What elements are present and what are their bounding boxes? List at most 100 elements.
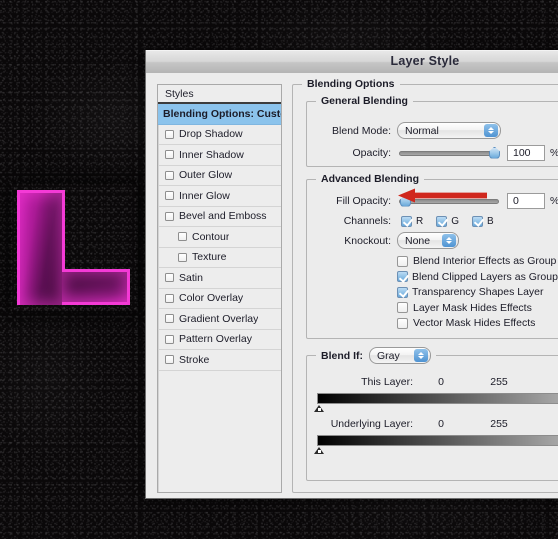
underlying-layer-black-slider[interactable] bbox=[314, 447, 324, 454]
general-blending-group: General Blending Blend Mode: Normal Opac… bbox=[306, 95, 558, 167]
letter-l-horizontal-stroke bbox=[62, 269, 130, 305]
styles-list-item-label: Drop Shadow bbox=[179, 128, 243, 140]
styles-list-item-satin[interactable]: Satin bbox=[158, 268, 281, 289]
underlying-layer-high-value: 255 bbox=[490, 418, 508, 430]
layer-style-dialog: Layer Style Styles Blending Options: Cus… bbox=[145, 50, 558, 499]
styles-list-item-gradient-overlay[interactable]: Gradient Overlay bbox=[158, 309, 281, 330]
styles-list-item-checkbox[interactable] bbox=[165, 129, 174, 139]
styles-list-item-color-overlay[interactable]: Color Overlay bbox=[158, 289, 281, 309]
styles-list-item-texture[interactable]: Texture bbox=[158, 248, 281, 268]
styles-list-item-checkbox[interactable] bbox=[178, 252, 187, 262]
fill-opacity-row: Fill Opacity: 0 % bbox=[317, 193, 558, 209]
letter-l-vertical-stroke bbox=[17, 190, 65, 305]
blend-if-group: Blend If: Gray This Layer: 0 255 Underly… bbox=[306, 347, 558, 481]
channel-g-checkbox[interactable] bbox=[436, 215, 448, 227]
option-blend-interior-effects-as-group-checkbox[interactable] bbox=[397, 255, 408, 267]
channel-g[interactable]: G bbox=[436, 215, 472, 227]
styles-list-item-label: Inner Glow bbox=[179, 189, 230, 202]
blend-mode-label: Blend Mode: bbox=[332, 124, 391, 137]
channel-r[interactable]: R bbox=[401, 215, 436, 227]
option-blend-clipped-layers-as-group-checkbox[interactable] bbox=[397, 271, 408, 282]
styles-list-item-checkbox[interactable] bbox=[165, 314, 174, 324]
option-blend-interior-effects-as-group-label: Blend Interior Effects as Group bbox=[413, 255, 557, 267]
styles-list-item-stroke[interactable]: Stroke bbox=[158, 350, 281, 371]
channel-b[interactable]: B bbox=[472, 215, 507, 227]
styles-list-item-checkbox[interactable] bbox=[165, 211, 174, 221]
opacity-percent-sign: % bbox=[550, 147, 558, 159]
styles-list-item-label: Blending Options: Custom bbox=[163, 107, 281, 120]
channels-checkbox-group: RGB bbox=[401, 215, 507, 227]
fill-opacity-percent-sign: % bbox=[550, 195, 558, 207]
blend-mode-select[interactable]: Normal bbox=[397, 122, 501, 139]
fill-opacity-input[interactable]: 0 bbox=[507, 193, 545, 209]
styles-list-item-label: Texture bbox=[192, 251, 227, 263]
dialog-title: Layer Style bbox=[390, 54, 460, 68]
styles-list-item-contour[interactable]: Contour bbox=[158, 227, 281, 248]
styles-list-item-label: Inner Shadow bbox=[179, 148, 244, 161]
styles-list-item-bevel-and-emboss[interactable]: Bevel and Emboss bbox=[158, 207, 281, 227]
option-transparency-shapes-layer-label: Transparency Shapes Layer bbox=[412, 286, 544, 298]
option-layer-mask-hides-effects-label: Layer Mask Hides Effects bbox=[413, 301, 532, 314]
fill-opacity-slider[interactable] bbox=[399, 194, 499, 207]
blend-mode-value: Normal bbox=[405, 124, 439, 137]
styles-list-panel[interactable]: Styles Blending Options: Custom Drop Shad… bbox=[157, 84, 282, 493]
letter-l-artwork bbox=[17, 190, 130, 305]
option-layer-mask-hides-effects[interactable]: Layer Mask Hides Effects bbox=[397, 302, 532, 314]
blend-if-label: Blend If: bbox=[321, 349, 363, 362]
chevron-updown-icon bbox=[414, 349, 428, 362]
styles-list-item-pattern-overlay[interactable]: Pattern Overlay bbox=[158, 330, 281, 350]
screenshot-canvas: Layer Style Styles Blending Options: Cus… bbox=[0, 0, 558, 539]
this-layer-high-value: 255 bbox=[490, 376, 508, 388]
option-vector-mask-hides-effects-checkbox[interactable] bbox=[397, 317, 408, 329]
option-transparency-shapes-layer-checkbox[interactable] bbox=[397, 286, 408, 298]
underlying-layer-ramp[interactable] bbox=[314, 435, 558, 454]
option-vector-mask-hides-effects[interactable]: Vector Mask Hides Effects bbox=[397, 317, 535, 329]
knockout-select[interactable]: None bbox=[397, 232, 459, 249]
styles-list-item-checkbox[interactable] bbox=[165, 150, 174, 160]
channel-g-label: G bbox=[451, 215, 460, 227]
blend-if-channel-select[interactable]: Gray bbox=[369, 347, 431, 364]
styles-list-item-label: Bevel and Emboss bbox=[179, 210, 267, 222]
styles-list-item-checkbox[interactable] bbox=[178, 232, 187, 242]
this-layer-black-slider[interactable] bbox=[314, 405, 324, 412]
opacity-label: Opacity: bbox=[352, 147, 391, 159]
opacity-slider-handle[interactable] bbox=[489, 146, 500, 159]
fill-opacity-slider-handle[interactable] bbox=[400, 194, 411, 207]
general-blending-legend: General Blending bbox=[316, 95, 413, 107]
blending-options-legend: Blending Options bbox=[302, 78, 400, 90]
styles-list-item-checkbox[interactable] bbox=[165, 191, 174, 201]
knockout-label: Knockout: bbox=[344, 234, 391, 247]
styles-list-item-inner-glow[interactable]: Inner Glow bbox=[158, 186, 281, 207]
dialog-titlebar[interactable]: Layer Style bbox=[146, 50, 558, 74]
channel-b-checkbox[interactable] bbox=[472, 215, 484, 227]
knockout-row: Knockout: None bbox=[317, 232, 558, 249]
styles-list-item-label: Satin bbox=[179, 271, 203, 284]
styles-list-item-checkbox[interactable] bbox=[165, 355, 174, 365]
styles-list-item-blending-options-custom[interactable]: Blending Options: Custom bbox=[158, 104, 281, 125]
chevron-updown-icon bbox=[484, 124, 498, 137]
knockout-value: None bbox=[405, 234, 431, 247]
option-blend-clipped-layers-as-group[interactable]: Blend Clipped Layers as Group bbox=[397, 271, 558, 283]
option-blend-interior-effects-as-group[interactable]: Blend Interior Effects as Group bbox=[397, 255, 556, 267]
channel-r-checkbox[interactable] bbox=[401, 215, 412, 227]
underlying-layer-header: Underlying Layer: 0 255 bbox=[317, 418, 558, 430]
styles-list-item-inner-shadow[interactable]: Inner Shadow bbox=[158, 145, 281, 166]
option-transparency-shapes-layer[interactable]: Transparency Shapes Layer bbox=[397, 286, 544, 298]
this-layer-label: This Layer: bbox=[361, 376, 413, 388]
styles-list-item-checkbox[interactable] bbox=[165, 334, 174, 344]
dialog-body: Styles Blending Options: Custom Drop Shad… bbox=[146, 73, 558, 498]
styles-list-header: Styles bbox=[158, 85, 281, 104]
opacity-slider[interactable] bbox=[399, 146, 500, 159]
styles-list-item-outer-glow[interactable]: Outer Glow bbox=[158, 166, 281, 186]
option-layer-mask-hides-effects-checkbox[interactable] bbox=[397, 302, 408, 313]
opacity-input[interactable]: 100 bbox=[507, 145, 545, 161]
styles-list-item-checkbox[interactable] bbox=[165, 170, 174, 180]
this-layer-ramp[interactable] bbox=[314, 393, 558, 412]
styles-list-item-checkbox[interactable] bbox=[165, 293, 174, 303]
opacity-row: Opacity: 100 % bbox=[317, 145, 558, 161]
letter-l-inner-glow-vertical bbox=[20, 193, 62, 305]
channel-b-label: B bbox=[487, 215, 494, 227]
option-vector-mask-hides-effects-label: Vector Mask Hides Effects bbox=[413, 317, 536, 329]
styles-list-item-drop-shadow[interactable]: Drop Shadow bbox=[158, 125, 281, 145]
styles-list-item-checkbox[interactable] bbox=[165, 273, 174, 283]
